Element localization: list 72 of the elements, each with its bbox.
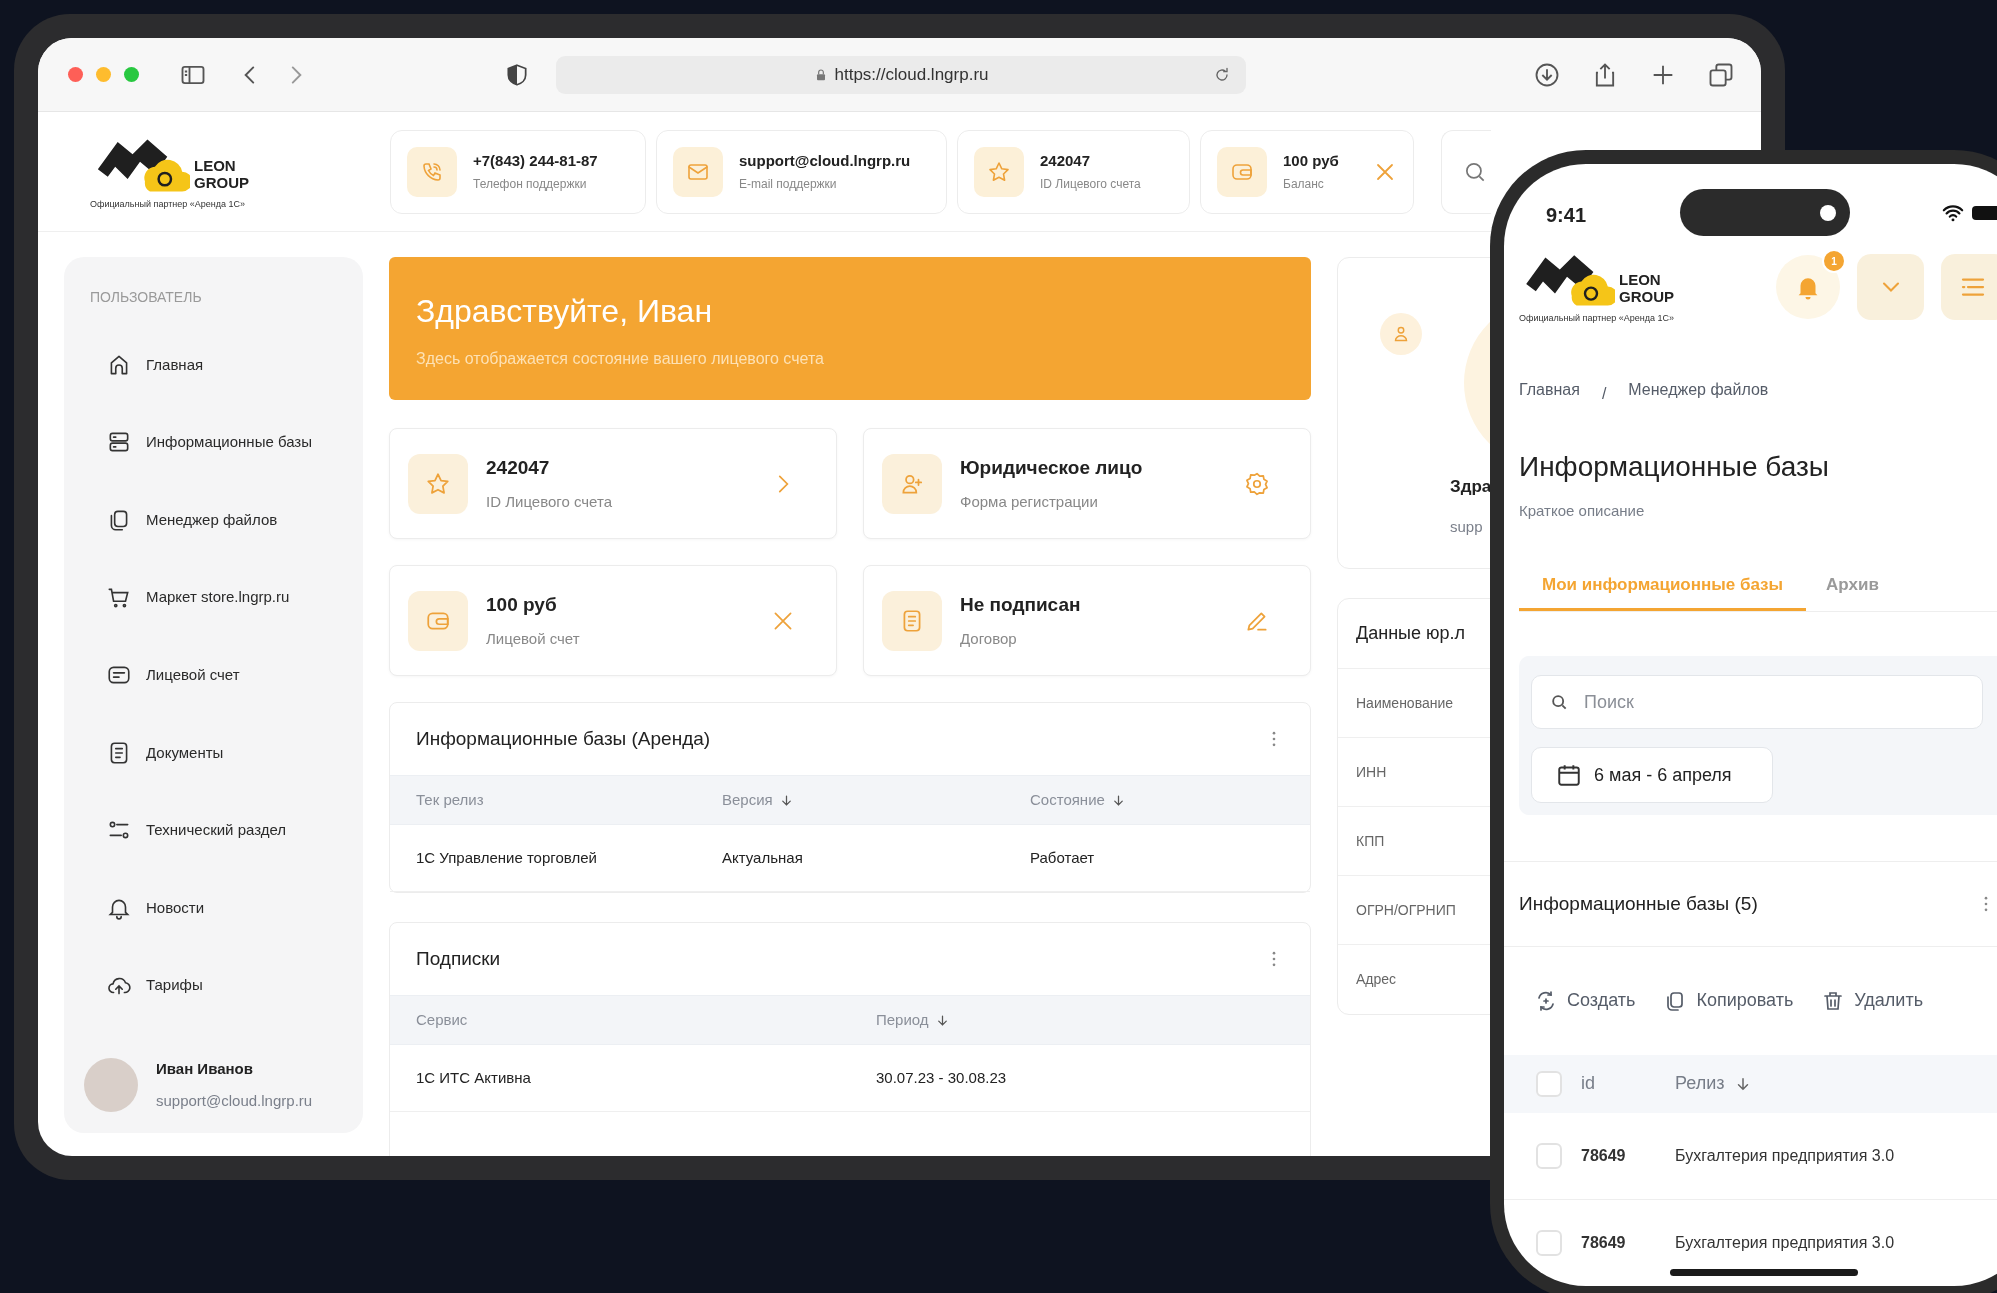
info-label: E-mail поддержки [739, 175, 838, 193]
sidebar-item[interactable]: Лицевой счет [88, 636, 339, 714]
sidebar-item[interactable]: Новости [88, 869, 339, 947]
toolbar-action[interactable]: Копировать [1663, 987, 1794, 1015]
table-cell-text: 30.07.23 - 30.08.23 [876, 1067, 1008, 1088]
profile-name: Здра [1450, 476, 1492, 498]
card-label: Форма регистрации [960, 491, 1099, 512]
table-cell-text: Бухгалтерия предприятия 3.0 [1675, 1232, 1895, 1253]
table-cell-text: Бухгалтерия предприятия 3.0 [1675, 1145, 1895, 1166]
field-label: Наименование [1356, 693, 1454, 713]
sidebar-item[interactable]: Менеджер файлов [88, 481, 339, 559]
info-label: Телефон поддержки [473, 175, 588, 193]
logo-text: GROUP [194, 174, 249, 190]
table-cell-text: Актуальная [722, 847, 804, 868]
table-title: Информационные базы (Аренда) [416, 726, 711, 751]
table-cell-text: 1С ИТС Активна [416, 1067, 532, 1088]
info-value: 242047 [1040, 151, 1092, 172]
card-label: Лицевой счет [486, 628, 580, 649]
table-cell-text: 78649 [1581, 1232, 1627, 1253]
card-value: Не подписан [960, 593, 1081, 617]
breadcrumb-link[interactable]: Главная [1519, 378, 1580, 403]
info-value: +7(843) 244-81-87 [473, 151, 598, 172]
info-label: ID Лицевого счета [1040, 175, 1141, 193]
list-title: Информационные базы (5) [1519, 891, 1758, 916]
table-cell-text: 1С Управление торговлей [416, 847, 598, 868]
logo-text: LEON [194, 157, 237, 173]
info-label: Баланс [1283, 175, 1325, 193]
address-bar[interactable]: https://cloud.lngrp.ru [556, 55, 1246, 94]
user-email: support@cloud.lngrp.ru [156, 1090, 313, 1111]
card-label: ID Лицевого счета [486, 491, 612, 512]
page-title: Информационные базы [1518, 449, 1830, 484]
url-text: https://cloud.lngrp.ru [834, 63, 989, 86]
field-label: Адрес [1356, 970, 1397, 989]
banner-title: Здравствуйте, Иван [416, 291, 714, 331]
logo-text: LEON [1619, 272, 1662, 288]
field-label: ОГРН/ОГРНИП [1356, 900, 1456, 920]
section-label: ПОЛЬЗОВАТЕЛЬ [90, 288, 203, 307]
page-subtitle: Краткое описание [1518, 500, 1646, 521]
notification-badge: 1 [1822, 249, 1846, 273]
info-value: support@cloud.lngrp.ru [739, 151, 911, 172]
logo-text: GROUP [1619, 289, 1674, 305]
sidebar-item[interactable]: Главная [88, 326, 339, 404]
banner-subtitle: Здесь отображается состояние вашего лицевого счета [416, 348, 825, 369]
field-label: ИНН [1356, 762, 1387, 782]
status-time: 9:41 [1546, 203, 1587, 228]
user-name: Иван Иванов [156, 1059, 254, 1080]
column-header[interactable]: Релиз [1675, 1070, 1725, 1098]
column-header[interactable]: id [1581, 1070, 1595, 1098]
table-title: Подписки [416, 946, 501, 971]
card-value: 242047 [486, 456, 551, 480]
card-value: Юридическое лицо [960, 456, 1143, 480]
date-range-button[interactable]: 6 мая - 6 апреля [1531, 747, 1773, 804]
card-label: Договор [960, 628, 1018, 649]
breadcrumb-link[interactable]: Менеджер файлов [1628, 378, 1769, 403]
search-field[interactable]: Поиск [1531, 675, 1983, 730]
toolbar-action[interactable]: Создать [1534, 987, 1636, 1015]
sidebar-item[interactable]: Тарифы [88, 946, 339, 1025]
card-title: Данные юр.л [1356, 622, 1466, 645]
profile-email: supp [1450, 517, 1483, 537]
table-cell-text: Работает [1030, 847, 1096, 868]
breadcrumb-separator: / [1601, 384, 1607, 405]
toolbar-action[interactable]: Удалить [1821, 987, 1924, 1015]
info-value: 100 руб [1283, 151, 1339, 172]
sidebar-item[interactable]: Документы [88, 713, 339, 792]
table-cell-text: 78649 [1581, 1145, 1627, 1166]
sidebar-item[interactable]: Технический раздел [88, 791, 339, 870]
logo-tagline: Официальный партнер «Аренда 1С» [90, 197, 247, 211]
sidebar-item[interactable]: Информационные базы [88, 403, 339, 482]
field-label: КПП [1356, 831, 1385, 851]
card-value: 100 руб [486, 593, 558, 617]
sidebar-item[interactable]: Маркет store.lngrp.ru [88, 558, 339, 637]
logo-tagline: Официальный партнер «Аренда 1С» [1519, 312, 1676, 326]
